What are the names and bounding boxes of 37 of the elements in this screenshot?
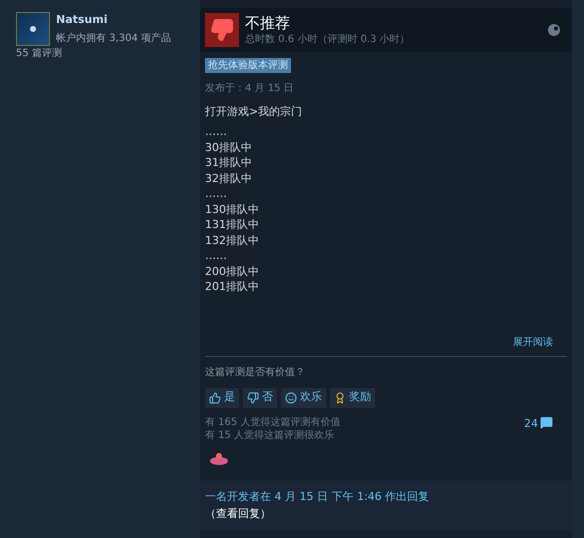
review-line: 132排队中: [205, 232, 260, 248]
posted-date: 发布于：4 月 15 日: [205, 82, 295, 96]
review-line: 32排队中: [205, 170, 253, 186]
comment-icon: [540, 416, 553, 428]
review-line: 31排队中: [205, 155, 253, 170]
vote-button[interactable]: 奖励: [330, 388, 375, 408]
review-line: 打开游戏>我的宗门: [205, 104, 304, 120]
review-line: 131排队中: [205, 217, 260, 232]
developer-reply-note[interactable]: 一名开发者在 4 月 15 日 下午 1:46 作出回复: [205, 489, 567, 506]
review-line: 30排队中: [205, 140, 253, 155]
author-name[interactable]: Natsumi: [56, 12, 171, 28]
review-line: ……: [205, 248, 228, 264]
award-badge-icon: [209, 452, 229, 466]
review-line: ……: [205, 124, 228, 140]
vote-button[interactable]: 否: [243, 388, 277, 408]
early-access-tag: 抢先体验版本评测: [205, 58, 291, 73]
vote-button[interactable]: 是: [205, 388, 239, 408]
award-icon: [334, 392, 346, 404]
expand-link[interactable]: 展开阅读: [513, 334, 553, 350]
comment-count[interactable]: 24: [524, 416, 538, 432]
review-line: ……: [205, 186, 228, 202]
avatar[interactable]: [16, 12, 50, 46]
review-line: 130排队中: [205, 202, 260, 217]
vote-stat: 有 15 人觉得这篇评测很欢乐: [205, 428, 336, 442]
vote-stat: 有 165 人觉得这篇评测有价值: [205, 416, 342, 428]
funny-icon: [285, 392, 297, 404]
playtime: 总时数 0.6 小时（评测时 0.3 小时）: [245, 32, 411, 46]
yes-icon: [209, 392, 221, 404]
no-icon: [247, 392, 259, 404]
vote-button[interactable]: 欢乐: [281, 388, 326, 408]
products-count[interactable]: 帐户内拥有 3,304 项产品: [56, 30, 171, 46]
reviews-count[interactable]: 55 篇评测: [16, 46, 200, 61]
review-line: 201排队中: [205, 279, 260, 294]
review-line: 200排队中: [205, 264, 260, 279]
helpful-question: 这篇评测是否有价值？: [205, 366, 306, 380]
view-reply-link[interactable]: （查看回复）: [205, 506, 567, 522]
verdict-title: 不推荐: [245, 14, 291, 32]
